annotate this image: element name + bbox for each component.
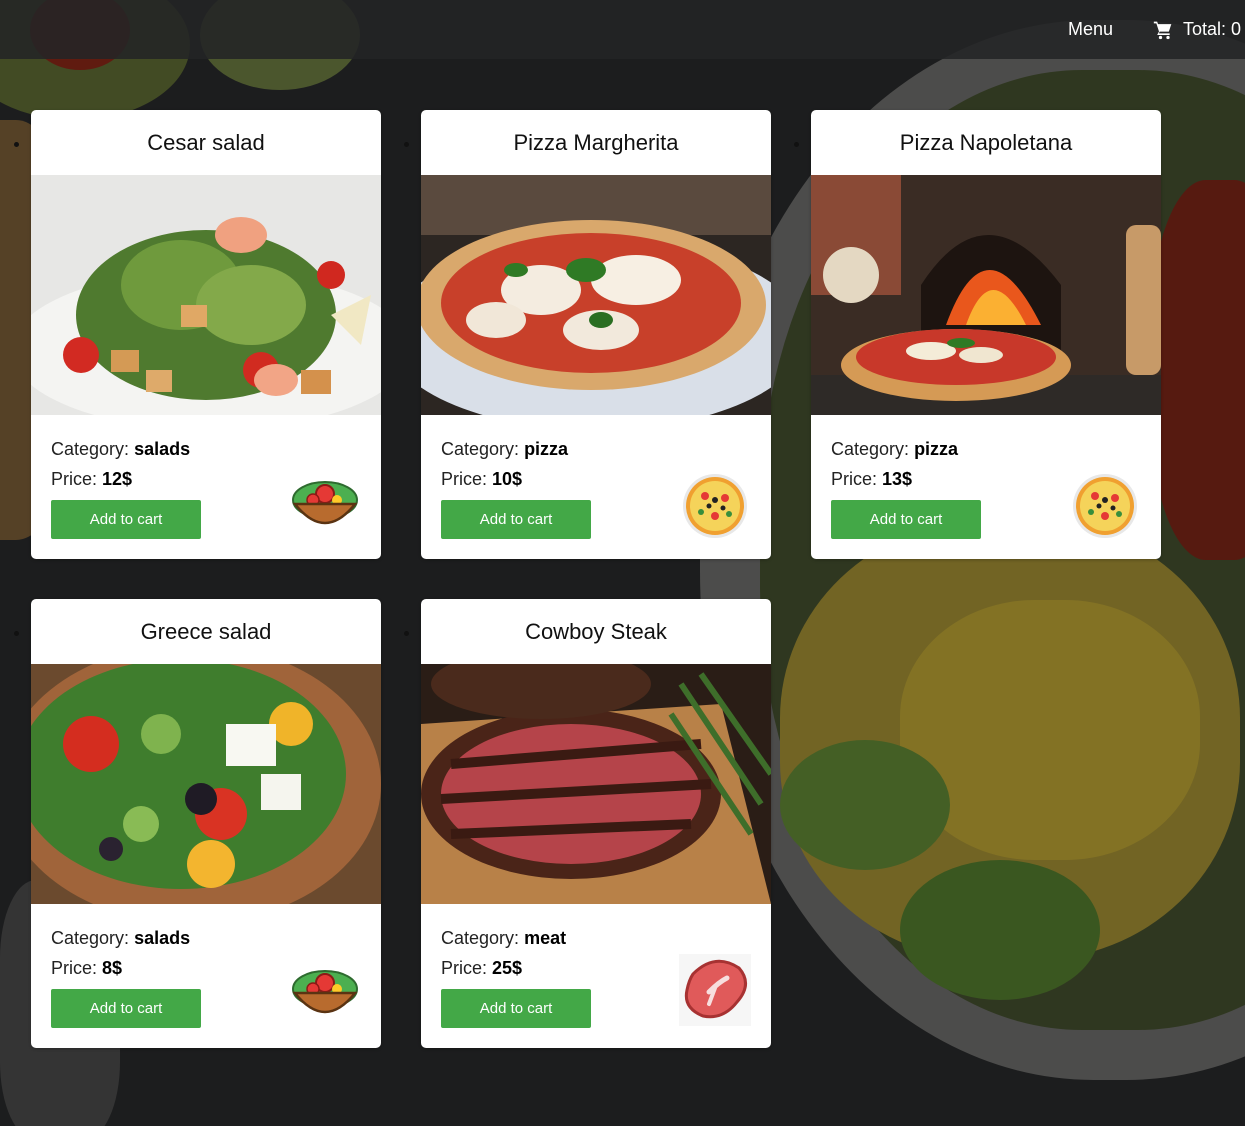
product-image [31, 664, 381, 904]
list-bullet [14, 142, 19, 147]
product-card: Greece salad Category: salads Price: 8$ … [31, 599, 381, 1048]
list-bullet [404, 142, 409, 147]
product-category: Category: salads [51, 928, 191, 948]
product-title: Cesar salad [147, 130, 265, 155]
shopping-cart-icon [1153, 21, 1172, 39]
list-bullet [404, 631, 409, 636]
add-to-cart-button[interactable]: Add to cart [441, 989, 591, 1028]
product-image [421, 664, 771, 904]
product-title: Pizza Napoletana [899, 130, 1073, 155]
product-title: Cowboy Steak [525, 619, 667, 644]
list-bullet [794, 142, 799, 147]
pizza-icon [1073, 474, 1137, 538]
product-card: Pizza Margherita Category: pizza Price: … [421, 110, 771, 559]
product-image [421, 175, 771, 415]
steak-icon [679, 954, 751, 1026]
top-navbar: Menu Total: 0 [0, 0, 1245, 59]
product-category: Category: pizza [441, 439, 569, 459]
add-to-cart-button[interactable]: Add to cart [831, 500, 981, 539]
cart-total-button[interactable]: Total: 0 [1153, 19, 1241, 40]
product-category: Category: pizza [831, 439, 959, 459]
product-card: Pizza Napoletana Category: pizza Price: … [811, 110, 1161, 559]
product-image [31, 175, 381, 415]
product-title: Greece salad [140, 619, 272, 644]
list-bullet [14, 631, 19, 636]
salad-bowl-icon [292, 970, 358, 1014]
product-category: Category: meat [441, 928, 567, 948]
product-category: Category: salads [51, 439, 191, 459]
menu-link[interactable]: Menu [1068, 19, 1113, 40]
product-title: Pizza Margherita [513, 130, 679, 155]
product-card: Cowboy Steak Category: meat Price: 25$ A… [421, 599, 771, 1048]
pizza-icon [683, 474, 747, 538]
product-card: Cesar salad Category: salads Price: 12$ … [31, 110, 381, 559]
add-to-cart-button[interactable]: Add to cart [51, 989, 201, 1028]
cart-total-label: Total: 0 [1183, 19, 1242, 39]
add-to-cart-button[interactable]: Add to cart [51, 500, 201, 539]
salad-bowl-icon [292, 481, 358, 525]
add-to-cart-button[interactable]: Add to cart [441, 500, 591, 539]
product-image [811, 175, 1161, 415]
